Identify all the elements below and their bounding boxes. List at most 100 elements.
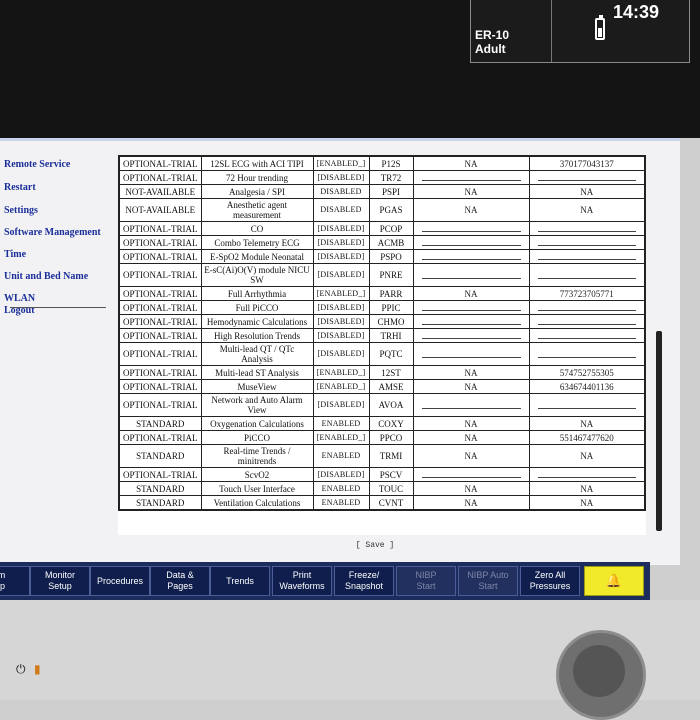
options-table: OPTIONAL-TRIAL 12SL ECG with ACI TIPI [ENA…	[118, 155, 646, 511]
menu-item-settings[interactable]: Settings	[4, 205, 38, 216]
cell-value-b: NA	[528, 495, 646, 511]
menu-item-wlan[interactable]: WLAN	[4, 293, 35, 304]
table-row[interactable]: NOT-AVAILABLE Analgesia / SPI DISABLED PSPI…	[118, 184, 646, 199]
bed-name: ER-10	[475, 28, 510, 42]
trim-knob[interactable]	[556, 630, 646, 720]
softkey-nibp-auto-start[interactable]: NIBP Auto Start	[458, 566, 518, 596]
cell-function-name: Multi-lead QT / QTc Analysis	[200, 342, 314, 366]
cell-status-type: OPTIONAL-TRIAL	[118, 430, 202, 445]
cell-code: TOUC	[368, 481, 414, 496]
cell-code: TRHI	[368, 328, 414, 343]
softkey-bar: rm upMonitor SetupProceduresData & Pages…	[0, 562, 650, 600]
table-row[interactable]: OPTIONAL-TRIAL Combo Telemetry ECG [DISABL…	[118, 235, 646, 250]
table-row[interactable]: OPTIONAL-TRIAL Network and Auto Alarm Vie…	[118, 393, 646, 417]
alarm-bell-icon: 🔔	[605, 573, 623, 589]
cell-value-b	[528, 235, 646, 250]
cell-value-b	[528, 221, 646, 236]
table-row[interactable]: OPTIONAL-TRIAL CO [DISABLED] PCOP	[118, 221, 646, 236]
cell-value-a: NA	[412, 155, 530, 171]
cell-value-a	[412, 393, 530, 417]
empty-field-line	[421, 356, 521, 358]
cell-value-a	[412, 314, 530, 329]
cell-state: [DISABLED]	[312, 342, 370, 366]
battery-status-icon: ▮	[34, 662, 41, 676]
table-row[interactable]: STANDARD Ventilation Calculations ENABLED C…	[118, 495, 646, 511]
cell-value-b: NA	[528, 416, 646, 431]
save-button[interactable]: [ Save ]	[340, 541, 410, 550]
cell-code: PPIC	[368, 300, 414, 315]
table-row[interactable]: OPTIONAL-TRIAL High Resolution Trends [DIS…	[118, 328, 646, 343]
table-row[interactable]: OPTIONAL-TRIAL Full Arrhythmia [ENABLED_] P…	[118, 286, 646, 301]
table-row[interactable]: OPTIONAL-TRIAL 12SL ECG with ACI TIPI [ENA…	[118, 155, 646, 171]
options-table-container[interactable]: OPTIONAL-TRIAL 12SL ECG with ACI TIPI [ENA…	[118, 155, 646, 535]
table-row[interactable]: OPTIONAL-TRIAL ScvO2 [DISABLED] PSCV	[118, 467, 646, 482]
menu-item-time[interactable]: Time	[4, 249, 26, 260]
cell-function-name: MuseView	[200, 379, 314, 394]
table-row[interactable]: OPTIONAL-TRIAL PiCCO [ENABLED_] PPCO NA 55146…	[118, 430, 646, 445]
empty-field-line	[421, 245, 521, 246]
cell-status-type: OPTIONAL-TRIAL	[118, 286, 202, 301]
cell-function-name: CO	[200, 221, 314, 236]
cell-value-b: 634674401136	[528, 379, 646, 394]
cell-status-type: OPTIONAL-TRIAL	[118, 170, 202, 185]
patient-type: Adult	[475, 42, 506, 56]
table-row[interactable]: OPTIONAL-TRIAL Multi-lead QT / QTc Analys…	[118, 342, 646, 366]
table-row[interactable]: OPTIONAL-TRIAL E-SpO2 Module Neonatal [DIS…	[118, 249, 646, 264]
cell-value-b	[528, 328, 646, 343]
softkey-data-pages[interactable]: Data & Pages	[150, 566, 210, 596]
cell-status-type: NOT-AVAILABLE	[118, 198, 202, 222]
cell-code: CHMO	[368, 314, 414, 329]
empty-field-line	[537, 324, 636, 325]
empty-field-line	[421, 477, 521, 478]
cell-status-type: OPTIONAL-TRIAL	[118, 263, 202, 287]
cell-function-name: Real-time Trends / minitrends	[200, 444, 314, 468]
empty-field-line	[537, 259, 636, 260]
softkey-rm-up[interactable]: rm up	[0, 566, 30, 596]
softkey-nibp-start[interactable]: NIBP Start	[396, 566, 456, 596]
softkey-procedures[interactable]: Procedures	[90, 566, 150, 596]
cell-value-a: NA	[412, 444, 530, 468]
softkey-trends[interactable]: Trends	[210, 566, 270, 596]
cell-value-a: NA	[412, 416, 530, 431]
table-row[interactable]: OPTIONAL-TRIAL Hemodynamic Calculations [D…	[118, 314, 646, 329]
softkey-zero-all-pressures[interactable]: Zero All Pressures	[520, 566, 580, 596]
cell-value-b	[528, 249, 646, 264]
table-row[interactable]: OPTIONAL-TRIAL 72 Hour trending [DISABLED]…	[118, 170, 646, 185]
empty-field-line	[537, 356, 636, 358]
empty-field-line	[537, 338, 636, 339]
table-row[interactable]: OPTIONAL-TRIAL MuseView [ENABLED_] AMSE NA 63…	[118, 379, 646, 394]
cell-value-b: NA	[528, 444, 646, 468]
cell-state: ENABLED	[312, 416, 370, 431]
empty-field-line	[537, 477, 636, 478]
cell-function-name: Touch User Interface	[200, 481, 314, 496]
cell-function-name: 72 Hour trending	[200, 170, 314, 185]
empty-field-line	[421, 277, 521, 279]
table-row[interactable]: STANDARD Touch User Interface ENABLED TOUC N…	[118, 481, 646, 496]
table-scrollbar[interactable]	[656, 331, 662, 531]
menu-item-software-management[interactable]: Software Management	[4, 227, 101, 238]
cell-code: PCOP	[368, 221, 414, 236]
softkey-monitor-setup[interactable]: Monitor Setup	[30, 566, 90, 596]
cell-value-b	[528, 314, 646, 329]
table-row[interactable]: STANDARD Oxygenation Calculations ENABLED C…	[118, 416, 646, 431]
alarm-silence-button[interactable]: 🔔	[584, 566, 644, 596]
table-row[interactable]: STANDARD Real-time Trends / minitrends ENA…	[118, 444, 646, 468]
cell-state: [DISABLED]	[312, 263, 370, 287]
menu-item-remote-service[interactable]: Remote Service	[4, 159, 70, 170]
cell-code: AMSE	[368, 379, 414, 394]
table-row[interactable]: NOT-AVAILABLE Anesthetic agent measuremen…	[118, 198, 646, 222]
menu-item-restart[interactable]: Restart	[4, 182, 36, 193]
menu-item-unit-and-bed-name[interactable]: Unit and Bed Name	[4, 271, 88, 282]
cell-function-name: E-sC(Ai)O(V) module NICU SW	[200, 263, 314, 287]
softkey-print-waveforms[interactable]: Print Waveforms	[272, 566, 332, 596]
cell-status-type: STANDARD	[118, 481, 202, 496]
table-row[interactable]: OPTIONAL-TRIAL Multi-lead ST Analysis [ENA…	[118, 365, 646, 380]
clock-time: 14:39	[613, 2, 660, 22]
cell-value-a	[412, 467, 530, 482]
cell-state: DISABLED	[312, 184, 370, 199]
softkey-freeze-snapshot[interactable]: Freeze/ Snapshot	[334, 566, 394, 596]
status-divider	[551, 0, 552, 62]
cell-value-a	[412, 342, 530, 366]
table-row[interactable]: OPTIONAL-TRIAL E-sC(Ai)O(V) module NICU S…	[118, 263, 646, 287]
table-row[interactable]: OPTIONAL-TRIAL Full PiCCO [DISABLED] PPIC	[118, 300, 646, 315]
